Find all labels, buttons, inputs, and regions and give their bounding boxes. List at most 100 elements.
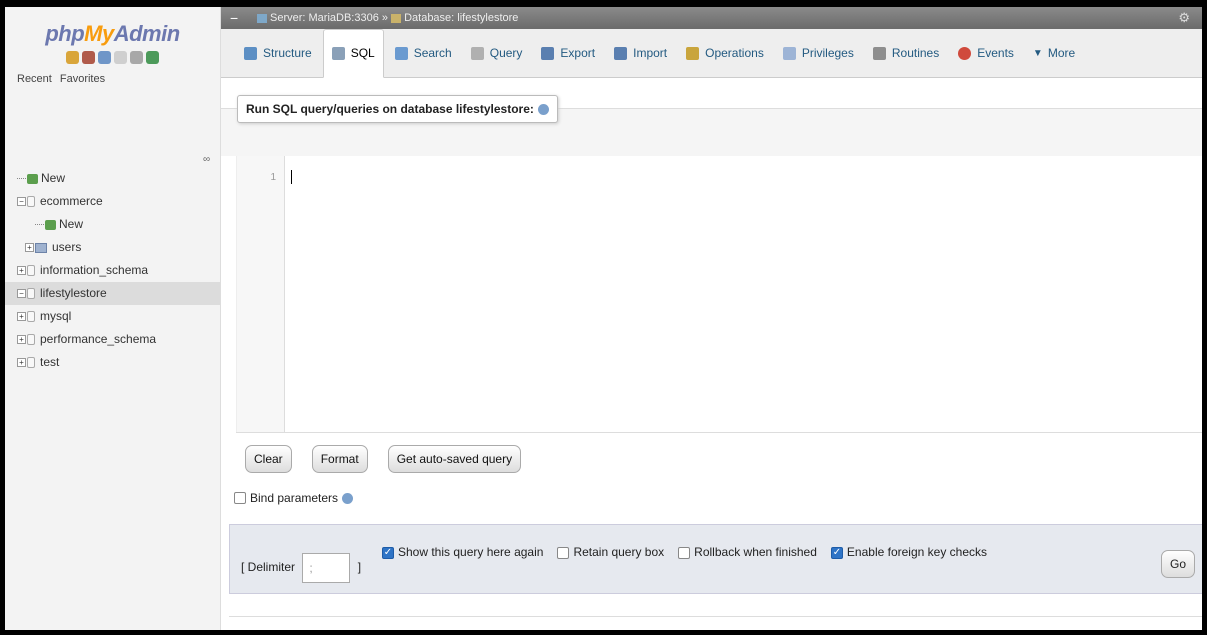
tab-events[interactable]: Events (950, 38, 1022, 68)
rollback-checkbox[interactable] (678, 546, 691, 559)
expand-icon[interactable]: + (17, 266, 26, 276)
line-number-gutter: 1 (237, 156, 285, 432)
database-icon (27, 196, 35, 208)
expand-icon[interactable]: + (25, 243, 34, 253)
clear-button[interactable]: Clear (245, 445, 292, 473)
quick-icons-bar (5, 51, 220, 67)
retain-query-checkbox[interactable] (557, 546, 570, 559)
tab-more[interactable]: ▼ More (1025, 38, 1083, 68)
tab-sql[interactable]: SQL (322, 28, 384, 78)
tree-item-ecommerce[interactable]: − ecommerce (5, 190, 220, 213)
privileges-icon (782, 46, 796, 60)
breadcrumb-database[interactable]: Database: lifestylestore (404, 12, 518, 24)
phpmyadmin-logo[interactable]: phpMyAdmin (5, 7, 220, 47)
editor-buttons: Clear Format Get auto-saved query (245, 445, 522, 473)
delimiter-group: [ Delimiter ; ] (241, 553, 361, 583)
expand-icon[interactable]: + (17, 312, 26, 322)
tab-search[interactable]: Search (387, 38, 460, 68)
database-icon (27, 265, 35, 277)
wrench-icon (686, 46, 700, 60)
tab-bar: Structure SQL Search Query Export Import… (221, 28, 1202, 78)
help-icon[interactable] (537, 104, 549, 116)
new-icon (45, 219, 56, 230)
tab-query[interactable]: Query (463, 38, 531, 68)
export-icon (541, 46, 555, 60)
foreign-key-option[interactable]: ✓ Enable foreign key checks (830, 545, 987, 559)
sql-query-form: Run SQL query/queries on database lifest… (221, 78, 1202, 630)
footer-divider (229, 616, 1202, 617)
phpmyadmin-window: phpMyAdmin Recent Favorites ∞ New − ecomme… (5, 7, 1202, 630)
collapse-icon[interactable]: − (17, 197, 26, 207)
go-button[interactable]: Go (1160, 550, 1195, 578)
bind-parameters-option[interactable]: Bind parameters (234, 491, 354, 505)
tab-routines[interactable]: Routines (865, 38, 947, 68)
collapse-sidebar-icon[interactable]: − (230, 7, 238, 29)
collapse-icon[interactable]: − (17, 289, 26, 299)
retain-query-option[interactable]: Retain query box (557, 545, 664, 559)
routines-icon (872, 46, 886, 60)
show-query-checkbox[interactable]: ✓ (382, 546, 394, 559)
format-button[interactable]: Format (311, 445, 368, 473)
breadcrumb-bar: − Server: MariaDB:3306 » Database: lifes… (221, 7, 1202, 29)
tab-privileges[interactable]: Privileges (775, 38, 862, 68)
gear-icon[interactable]: ⚙ (1178, 7, 1190, 29)
expand-icon[interactable]: + (17, 335, 26, 345)
link-with-main-panel-icon[interactable]: ∞ (203, 154, 210, 165)
new-icon (27, 173, 38, 184)
show-query-option[interactable]: ✓ Show this query here again (382, 545, 543, 559)
home-icon[interactable] (66, 51, 79, 64)
tree-item-users[interactable]: + users (5, 236, 220, 259)
help-icon[interactable] (342, 492, 354, 504)
logout-icon[interactable] (82, 51, 95, 64)
sql-editor[interactable]: 1 (236, 156, 1202, 432)
foreign-key-checkbox[interactable]: ✓ (830, 546, 843, 559)
database-icon (391, 13, 402, 23)
database-icon (27, 311, 35, 323)
breadcrumb-separator: » (381, 12, 389, 24)
database-icon (27, 334, 35, 346)
database-icon (27, 357, 35, 369)
database-tree: New − ecommerce New + users + information_s… (5, 167, 220, 374)
delimiter-input[interactable]: ; (302, 553, 351, 583)
tree-item-information-schema[interactable]: + information_schema (5, 259, 220, 282)
favorites-tab[interactable]: Favorites (60, 73, 105, 85)
triangle-down-icon: ▼ (1032, 47, 1043, 59)
database-icon (27, 288, 35, 300)
expand-icon[interactable]: + (17, 358, 26, 368)
rollback-option[interactable]: Rollback when finished (678, 545, 817, 559)
search-icon (394, 46, 408, 60)
tree-item-mysql[interactable]: + mysql (5, 305, 220, 328)
clock-icon (958, 46, 972, 60)
reload-icon[interactable] (146, 51, 159, 64)
tree-item-test[interactable]: + test (5, 351, 220, 374)
query-legend: Run SQL query/queries on database lifest… (237, 95, 558, 123)
navigation-sidebar: phpMyAdmin Recent Favorites ∞ New − ecomme… (5, 7, 221, 630)
get-autosaved-query-button[interactable]: Get auto-saved query (387, 445, 522, 473)
sql-icon (331, 46, 345, 60)
query-icon (470, 46, 484, 60)
main-panel: − Server: MariaDB:3306 » Database: lifes… (221, 7, 1202, 630)
tree-item-lifestylestore[interactable]: − lifestylestore (5, 282, 220, 305)
recent-favorites-tabs: Recent Favorites (5, 67, 220, 85)
tree-item-new[interactable]: New (5, 167, 220, 190)
editor-divider (236, 432, 1202, 433)
help-icon[interactable] (98, 51, 111, 64)
text-cursor (291, 170, 292, 184)
tab-export[interactable]: Export (533, 38, 603, 68)
options-checkboxes: ✓ Show this query here again Retain query… (382, 545, 987, 559)
settings-icon[interactable] (130, 51, 143, 64)
breadcrumb: Server: MariaDB:3306 » Database: lifesty… (257, 7, 518, 29)
breadcrumb-server[interactable]: Server: MariaDB:3306 (270, 12, 379, 24)
tab-operations[interactable]: Operations (678, 38, 772, 68)
import-icon (614, 46, 628, 60)
docs-icon[interactable] (114, 51, 127, 64)
tab-import[interactable]: Import (606, 38, 675, 68)
server-icon (257, 13, 267, 23)
tab-structure[interactable]: Structure (236, 38, 320, 68)
bind-parameters-checkbox[interactable] (234, 492, 246, 504)
line-number: 1 (270, 172, 276, 183)
tree-item-performance-schema[interactable]: + performance_schema (5, 328, 220, 351)
tree-item-ecommerce-new[interactable]: New (5, 213, 220, 236)
table-icon (35, 242, 47, 253)
recent-tab[interactable]: Recent (17, 73, 52, 85)
